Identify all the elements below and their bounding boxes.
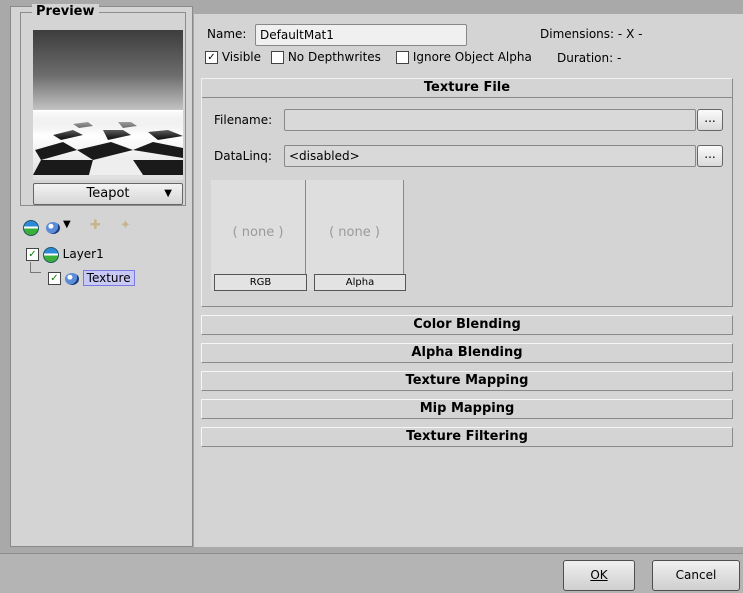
checkerboard-floor [33, 110, 183, 180]
tree-toolbar: ▼ ✚ ✦ [20, 212, 188, 242]
dimensions-value: - X - [617, 27, 643, 41]
no-depthwrites-label: No Depthwrites [287, 50, 381, 64]
tree-item-layer1-label: Layer1 [62, 247, 104, 261]
cancel-button-label: Cancel [675, 568, 717, 582]
model-select[interactable]: Teapot ▼ [33, 183, 183, 205]
ignore-alpha-option[interactable]: Ignore Object Alpha [396, 50, 532, 64]
layer1-checkbox[interactable]: ✓ [26, 248, 39, 261]
preview-title: Preview [32, 4, 99, 19]
section-alpha-blending[interactable]: Alpha Blending [201, 343, 733, 363]
texture-checkbox[interactable]: ✓ [48, 272, 61, 285]
move-up-icon: ✚ [90, 218, 101, 233]
tree-item-texture-label: Texture [82, 270, 135, 286]
no-depthwrites-option[interactable]: No Depthwrites [271, 50, 381, 64]
section-color-blending[interactable]: Color Blending [201, 315, 733, 335]
dropdown-arrow-icon: ▼ [164, 188, 172, 199]
ok-button[interactable]: OK [563, 560, 635, 591]
move-down-icon: ✦ [120, 218, 131, 233]
name-input[interactable]: DefaultMat1 [255, 24, 467, 46]
visible-checkbox[interactable]: ✓ [205, 51, 218, 64]
filename-label: Filename: [214, 113, 273, 127]
section-texture-mapping[interactable]: Texture Mapping [201, 371, 733, 391]
section-mip-mapping[interactable]: Mip Mapping [201, 399, 733, 419]
tree-item-layer1[interactable]: ✓ Layer1 [26, 244, 104, 264]
alpha-button[interactable]: Alpha [314, 274, 406, 291]
visible-option[interactable]: ✓ Visible [205, 50, 261, 64]
duration-label: Duration: - [557, 51, 622, 65]
visible-label: Visible [221, 50, 262, 64]
section-texture-filtering[interactable]: Texture Filtering [201, 427, 733, 447]
name-label: Name: [207, 27, 247, 41]
tree-item-texture[interactable]: ✓ Texture [48, 268, 135, 288]
layer-icon [42, 246, 59, 263]
filename-input[interactable] [284, 109, 696, 131]
tree-connector [30, 262, 41, 273]
duration-value: - [617, 51, 622, 65]
ignore-alpha-checkbox[interactable] [396, 51, 409, 64]
add-layer-icon[interactable] [23, 220, 39, 236]
dimensions-label: Dimensions: - X - [540, 27, 643, 41]
rgb-button[interactable]: RGB [214, 274, 307, 291]
cancel-button[interactable]: Cancel [652, 560, 740, 591]
alpha-texture-placeholder: ( none ) [329, 225, 380, 240]
ignore-alpha-label: Ignore Object Alpha [412, 50, 532, 64]
datalinq-browse-button[interactable]: ... [697, 145, 723, 167]
datalinq-label: DataLinq: [214, 149, 272, 163]
model-select-value: Teapot [86, 186, 130, 201]
datalinq-input[interactable]: <disabled> [284, 145, 696, 167]
ok-button-label: OK [590, 568, 608, 582]
preview-canvas[interactable] [33, 30, 183, 180]
no-depthwrites-checkbox[interactable] [271, 51, 284, 64]
texture-icon [64, 272, 79, 285]
rgb-texture-placeholder: ( none ) [232, 225, 284, 240]
add-texture-icon[interactable] [46, 222, 60, 234]
filename-browse-button[interactable]: ... [697, 109, 723, 131]
add-texture-dropdown-icon[interactable]: ▼ [63, 219, 71, 230]
